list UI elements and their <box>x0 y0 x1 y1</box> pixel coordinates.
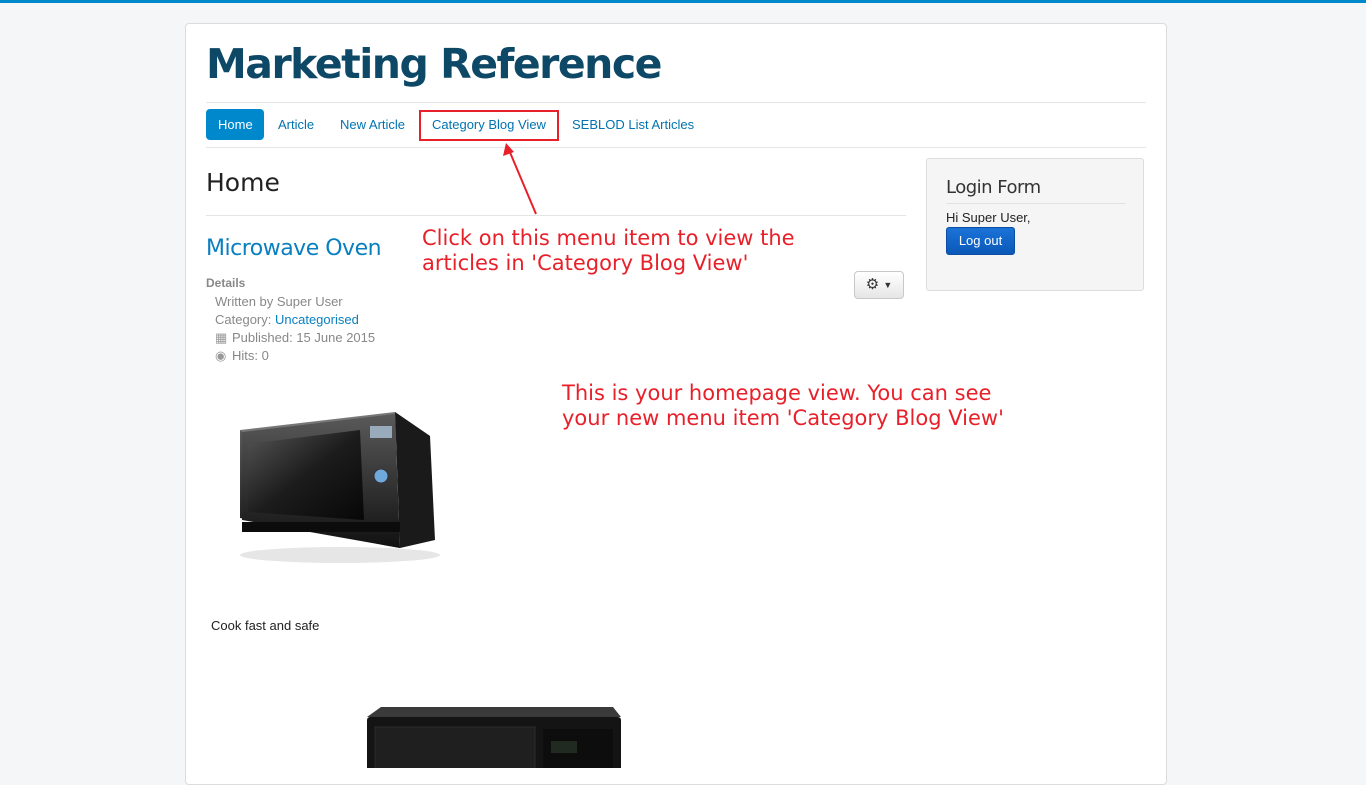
category-prefix: Category: <box>215 312 275 327</box>
annotation-menu-line-2: articles in 'Category Blog View' <box>422 251 749 275</box>
calendar-icon: ▦ <box>215 330 228 345</box>
menu-item-home[interactable]: Home <box>206 109 264 140</box>
menu-item-article[interactable]: Article <box>266 109 326 140</box>
annotation-menu-line-1: Click on this menu item to view the <box>422 226 795 250</box>
article-hits: ◉ Hits: 0 <box>215 348 269 364</box>
annotation-home-line-1: This is your homepage view. You can see <box>562 381 992 405</box>
menu-item-seblod-list-articles[interactable]: SEBLOD List Articles <box>560 109 706 140</box>
login-greeting: Hi Super User, <box>946 210 1031 225</box>
logout-button[interactable]: Log out <box>946 227 1015 255</box>
article-tools-button[interactable]: ⚙ ▼ <box>854 271 904 299</box>
microwave-image-2 <box>367 707 621 768</box>
article-body-text: Cook fast and safe <box>211 618 320 633</box>
top-accent-bar <box>0 0 1366 3</box>
caret-down-icon: ▼ <box>883 280 893 291</box>
login-form-title: Login Form <box>946 177 1041 198</box>
published-date: Published: 15 June 2015 <box>232 330 376 345</box>
menu-item-new-article[interactable]: New Article <box>328 109 417 140</box>
category-link[interactable]: Uncategorised <box>275 312 359 327</box>
eye-icon: ◉ <box>215 348 227 363</box>
microwave-image <box>240 412 440 563</box>
annotation-highlight-box <box>419 110 559 141</box>
details-label: Details <box>206 276 246 290</box>
gear-icon: ⚙ <box>865 276 880 293</box>
article-category: Category: Uncategorised <box>215 312 359 327</box>
article-title-link[interactable]: Microwave Oven <box>206 236 382 261</box>
login-form-module: Login Form Hi Super User, Log out <box>926 158 1144 291</box>
header-divider <box>206 102 1146 103</box>
heading-divider <box>206 215 906 216</box>
site-title[interactable]: Marketing Reference <box>206 40 662 88</box>
menu-divider <box>206 147 1146 148</box>
annotation-home-line-2: your new menu item 'Category Blog View' <box>562 406 1004 430</box>
article-published: ▦ Published: 15 June 2015 <box>215 330 375 346</box>
article-author: Written by Super User <box>215 294 343 309</box>
annotation-arrow <box>503 143 537 215</box>
login-form-divider <box>946 203 1126 204</box>
hits-count: Hits: 0 <box>232 348 269 363</box>
page-heading: Home <box>206 168 280 197</box>
